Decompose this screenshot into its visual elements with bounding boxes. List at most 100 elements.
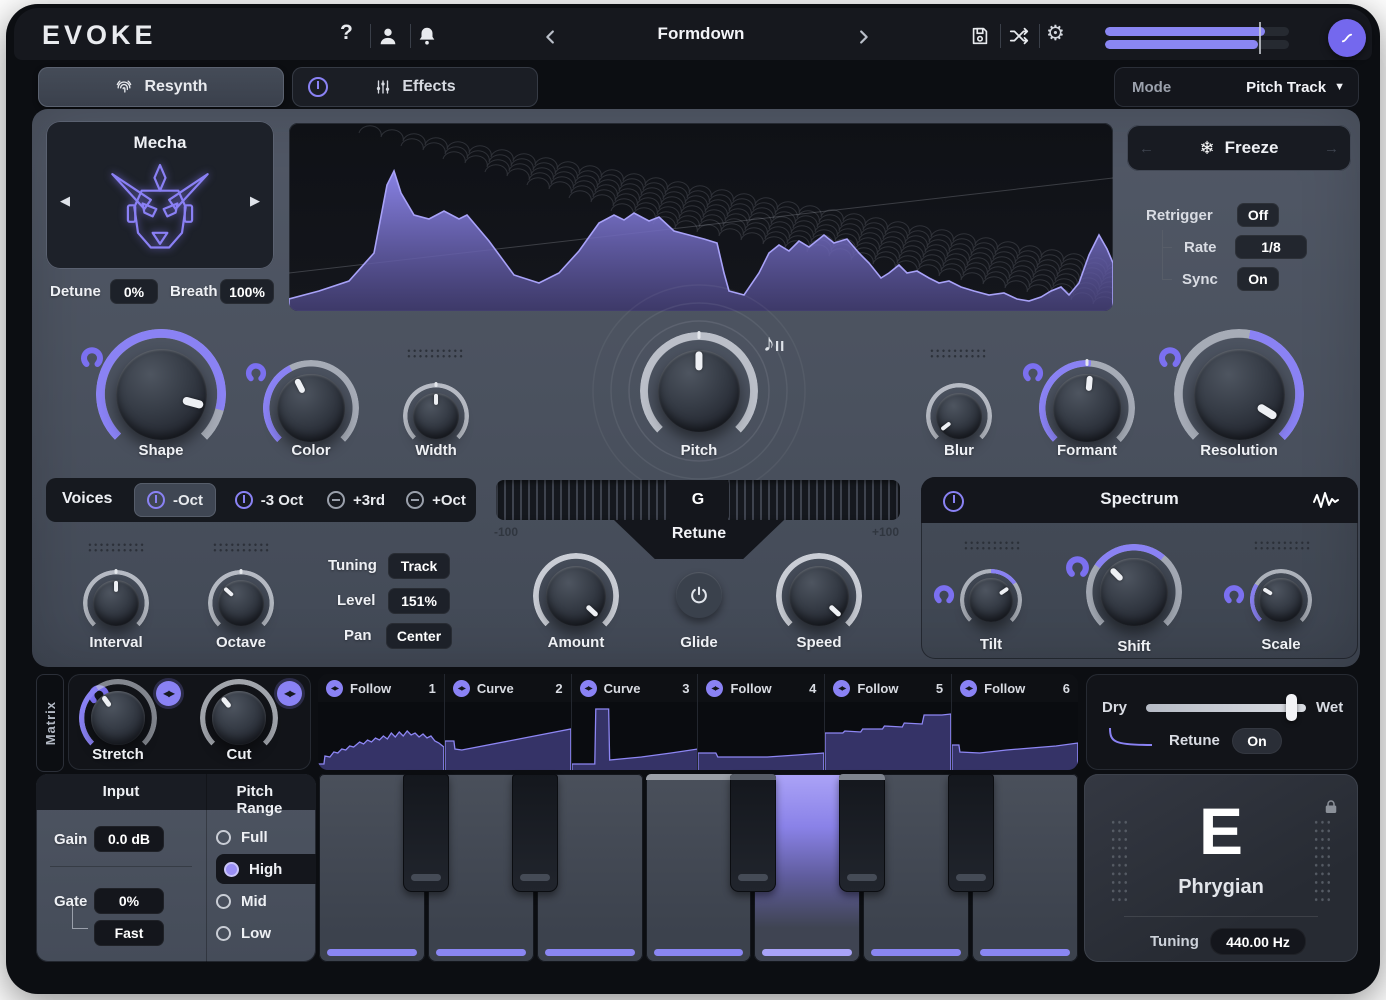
level-value[interactable]: 151% [388,588,450,614]
cut-label: Cut [227,746,252,763]
radio-icon [216,830,231,845]
black-key[interactable] [839,774,885,892]
resolution-knob[interactable] [1174,329,1304,459]
dry-wet-slider[interactable] [1146,704,1306,712]
mod-slot-dots[interactable] [929,348,987,360]
sync-value[interactable]: On [1237,267,1279,291]
mod-lane-5[interactable]: ◀▶Follow5 [825,674,952,770]
preset-prev-button[interactable] [538,24,564,50]
lane-nav-icon[interactable]: ◀▶ [960,680,977,697]
lane-nav-icon[interactable]: ◀▶ [706,680,723,697]
black-key[interactable] [948,774,994,892]
dry-label: Dry [1102,699,1127,716]
lane-nav-icon[interactable]: ◀▶ [833,680,850,697]
gate-speed-value[interactable]: Fast [94,920,164,946]
pitch-range-high[interactable]: High [216,854,316,884]
amount-knob[interactable] [533,553,619,639]
spectrum-power-icon[interactable] [943,491,964,512]
tuning-value[interactable]: Track [388,553,450,579]
tilt-knob[interactable] [960,569,1022,631]
mod-indicator-icon[interactable] [1223,584,1245,606]
tuning-label: Tuning [328,557,377,574]
mecha-prev-arrow[interactable]: ◀ [60,193,70,209]
freeze-button[interactable]: ← ❄ Freeze → [1127,125,1351,171]
mod-slot-dots[interactable] [963,540,1021,552]
voice-minus-oct[interactable]: -Oct [134,483,216,517]
lane-nav-icon[interactable]: ◀▶ [453,680,470,697]
black-key[interactable] [512,774,558,892]
effects-power-icon[interactable] [308,77,328,97]
mod-lane-4[interactable]: ◀▶Follow4 [698,674,825,770]
bell-icon[interactable] [414,23,440,49]
mod-slot-dots[interactable] [406,348,464,360]
mod-slot-dots[interactable] [212,542,270,554]
connector-line [1162,230,1163,280]
preset-next-button[interactable] [850,24,876,50]
key-note[interactable]: E [1199,798,1243,864]
blur-knob[interactable] [926,383,992,449]
stretch-link-button[interactable]: ◀▶ [156,681,181,706]
interval-knob[interactable] [83,570,149,636]
cut-link-button[interactable]: ◀▶ [277,681,302,706]
save-icon[interactable] [967,23,993,49]
pitch-knob[interactable] [640,332,758,450]
tab-resynth-label: Resynth [144,78,207,96]
tab-resynth[interactable]: Resynth [38,67,284,107]
speed-knob[interactable] [776,553,862,639]
spectrum-header: Spectrum [921,477,1358,523]
mod-lane-2[interactable]: ◀▶Curve2 [445,674,572,770]
black-key[interactable] [403,774,449,892]
mecha-next-arrow[interactable]: ▶ [250,193,260,209]
key-scale-name[interactable]: Phrygian [1178,876,1264,899]
key-scale-panel: E Phrygian Tuning 440.00 Hz [1084,774,1358,962]
mode-selector[interactable]: Mode Pitch Track ▼ [1114,67,1359,107]
rate-value[interactable]: 1/8 [1235,235,1307,259]
mod-lane-3[interactable]: ◀▶Curve3 [572,674,699,770]
freeze-next-arrow[interactable]: → [1324,140,1339,157]
width-knob[interactable] [403,383,469,449]
breath-value[interactable]: 100% [220,279,274,304]
mix-retune-toggle[interactable]: On [1232,728,1282,754]
voice-minus-3oct[interactable]: -3 Oct [224,483,314,517]
output-meter-left [1105,27,1289,36]
scale-knob[interactable] [1250,569,1312,631]
settings-gear-icon[interactable]: ⚙ [1046,21,1065,46]
mod-slot-dots[interactable] [1253,540,1311,552]
lock-icon[interactable] [1322,798,1340,816]
shift-knob[interactable] [1086,544,1182,640]
lane-nav-icon[interactable]: ◀▶ [326,680,343,697]
pitch-range-low[interactable]: Low [216,918,316,948]
pitch-range-full[interactable]: Full [216,822,316,852]
octave-knob[interactable] [208,570,274,636]
mod-indicator-icon[interactable] [933,584,955,606]
pitch-range-mid[interactable]: Mid [216,886,316,916]
shape-knob[interactable] [96,329,226,459]
pan-value[interactable]: Center [386,623,452,649]
divider [1124,916,1318,917]
tab-effects[interactable]: Effects [292,67,538,107]
gain-value[interactable]: 0.0 dB [94,826,164,852]
retune-note-slider[interactable]: G [496,480,900,520]
radio-icon [216,926,231,941]
voices-bar: Voices -Oct -3 Oct +3rd +Oct [46,478,476,522]
detune-value[interactable]: 0% [110,279,158,304]
retrigger-value[interactable]: Off [1237,203,1279,227]
gate-value[interactable]: 0% [94,888,164,914]
formant-label: Formant [1057,442,1117,459]
lane-nav-icon[interactable]: ◀▶ [580,680,597,697]
preset-name[interactable]: Formdown [658,24,745,44]
mod-lane-1[interactable]: ◀▶Follow1 [318,674,445,770]
brand-curve-button[interactable] [1328,19,1366,57]
mod-slot-dots[interactable] [87,542,145,554]
help-button[interactable]: ? [340,21,353,45]
key-tuning-value[interactable]: 440.00 Hz [1210,928,1306,955]
shuffle-icon[interactable] [1006,23,1032,49]
freeze-prev-arrow[interactable]: ← [1139,140,1154,157]
black-key[interactable] [730,774,776,892]
user-icon[interactable] [375,23,401,49]
voice-plus-oct[interactable]: +Oct [398,483,474,517]
mod-lane-6[interactable]: ◀▶Follow6 [952,674,1078,770]
glide-power-button[interactable] [676,572,722,618]
voice-plus-3rd[interactable]: +3rd [318,483,394,517]
dry-wet-handle[interactable] [1286,694,1297,721]
